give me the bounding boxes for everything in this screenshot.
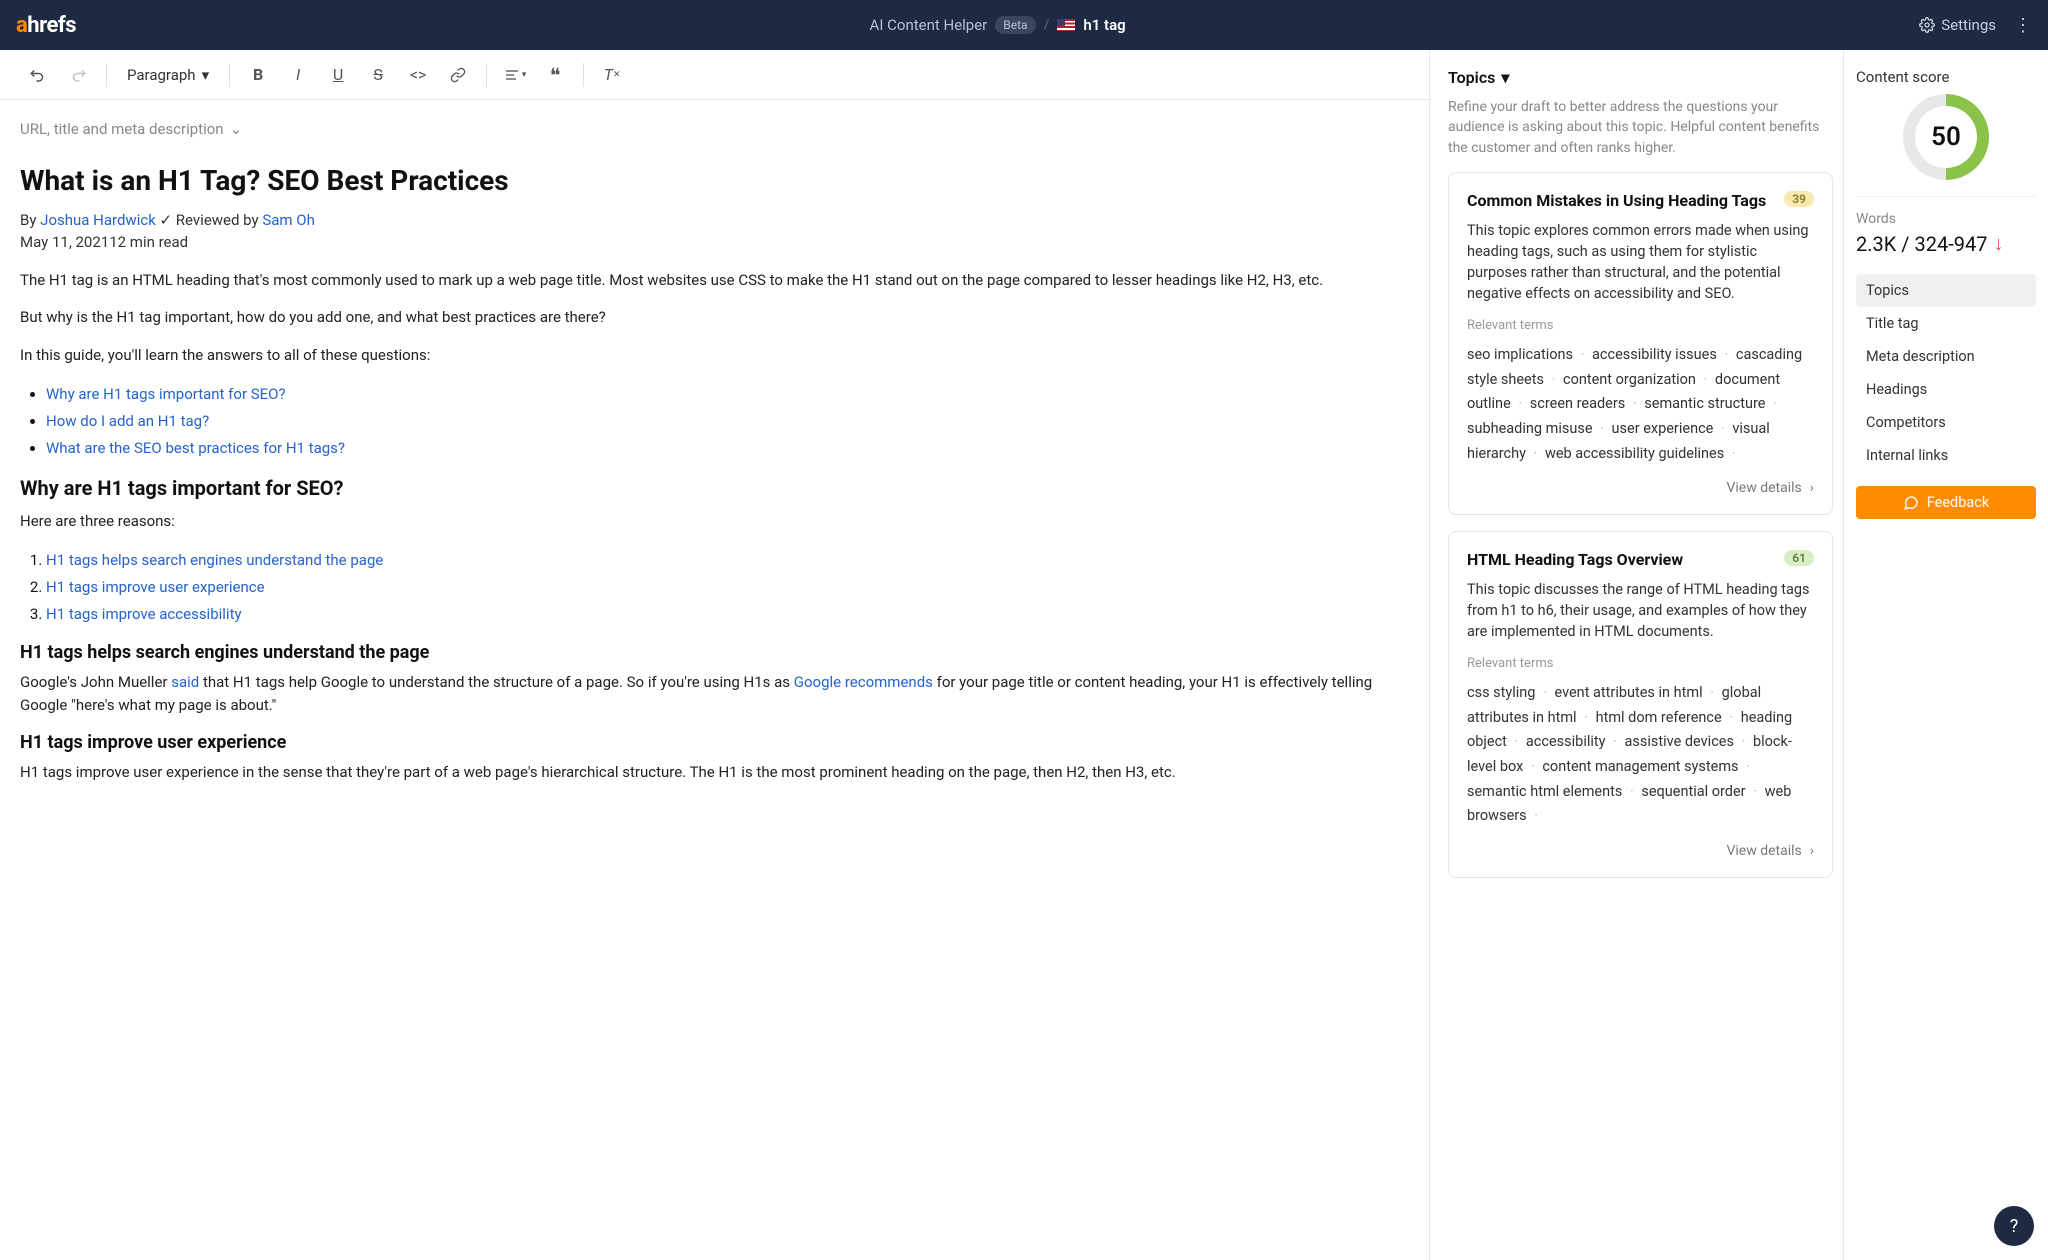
chevron-down-icon: ⌄ <box>230 120 243 138</box>
topic-card: HTML Heading Tags Overview 61 This topic… <box>1448 531 1833 878</box>
toc-list: Why are H1 tags important for SEO? How d… <box>20 381 1409 462</box>
keyword-text[interactable]: h1 tag <box>1083 16 1125 34</box>
reason-link[interactable]: H1 tags helps search engines understand … <box>46 551 383 569</box>
score-nav-item[interactable]: Meta description <box>1856 340 2036 373</box>
topic-score-badge: 39 <box>1784 191 1814 207</box>
tool-name: AI Content Helper <box>870 16 988 34</box>
dateline: May 11, 202112 min read <box>20 233 1409 251</box>
code-button[interactable]: <> <box>400 57 436 93</box>
breadcrumb-sep: / <box>1044 17 1050 33</box>
reasons-list: H1 tags helps search engines understand … <box>20 547 1409 628</box>
heading-3: H1 tags improve user experience <box>20 732 1409 753</box>
score-nav-item[interactable]: Competitors <box>1856 406 2036 439</box>
relevant-terms-label: Relevant terms <box>1467 318 1814 333</box>
reviewer-link[interactable]: Sam Oh <box>262 211 315 229</box>
strike-button[interactable]: S <box>360 57 396 93</box>
topics-description: Refine your draft to better address the … <box>1448 97 1833 158</box>
us-flag-icon <box>1057 19 1075 31</box>
inline-link[interactable]: said <box>171 673 199 691</box>
toc-link[interactable]: Why are H1 tags important for SEO? <box>46 385 286 403</box>
link-button[interactable] <box>440 57 476 93</box>
inline-link[interactable]: Google recommends <box>794 673 933 691</box>
redo-button[interactable] <box>60 57 96 93</box>
topic-title: Common Mistakes in Using Heading Tags <box>1467 191 1766 210</box>
score-nav-item[interactable]: Headings <box>1856 373 2036 406</box>
score-nav-item[interactable]: Topics <box>1856 274 2036 307</box>
score-nav-item[interactable]: Title tag <box>1856 307 2036 340</box>
topic-card: Common Mistakes in Using Heading Tags 39… <box>1448 172 1833 515</box>
ahrefs-logo[interactable]: ahrefs <box>16 13 76 38</box>
score-nav-item[interactable]: Internal links <box>1856 439 2036 472</box>
byline: By Joshua Hardwick ✓ Reviewed by Sam Oh <box>20 211 1409 229</box>
view-details-button[interactable]: View details › <box>1467 480 1814 496</box>
article-content[interactable]: What is an H1 Tag? SEO Best Practices By… <box>20 164 1409 784</box>
topics-dropdown[interactable]: Topics ▾ <box>1448 68 1833 87</box>
undo-button[interactable] <box>20 57 56 93</box>
feedback-button[interactable]: Feedback <box>1856 486 2036 519</box>
paragraph: But why is the H1 tag important, how do … <box>20 306 1409 329</box>
underline-button[interactable]: U <box>320 57 356 93</box>
chevron-right-icon: › <box>1810 480 1814 496</box>
beta-badge: Beta <box>995 16 1035 34</box>
paragraph: The H1 tag is an HTML heading that's mos… <box>20 269 1409 292</box>
settings-label: Settings <box>1941 16 1996 34</box>
arrow-down-icon: ↓ <box>1993 231 2003 256</box>
words-value: 2.3K / 324-947 ↓ <box>1856 231 2036 256</box>
paragraph: Google's John Mueller said that H1 tags … <box>20 671 1409 718</box>
terms-list: seo implications · accessibility issues … <box>1467 343 1814 466</box>
heading-3: H1 tags helps search engines understand … <box>20 642 1409 663</box>
align-button[interactable]: ▾ <box>497 57 533 93</box>
paragraph: H1 tags improve user experience in the s… <box>20 761 1409 784</box>
settings-button[interactable]: Settings <box>1919 16 1996 34</box>
gear-icon <box>1919 17 1935 33</box>
quote-button[interactable]: ❝ <box>537 57 573 93</box>
toc-link[interactable]: What are the SEO best practices for H1 t… <box>46 439 345 457</box>
caret-down-icon: ▾ <box>202 66 210 84</box>
article-title: What is an H1 Tag? SEO Best Practices <box>20 164 1409 197</box>
author-link[interactable]: Joshua Hardwick <box>40 211 156 229</box>
clear-format-button[interactable]: T✕ <box>594 57 630 93</box>
view-details-button[interactable]: View details › <box>1467 843 1814 859</box>
reason-link[interactable]: H1 tags improve accessibility <box>46 605 242 623</box>
content-score-label: Content score <box>1856 68 2036 86</box>
help-fab[interactable]: ? <box>1994 1206 2034 1246</box>
topic-description: This topic explores common errors made w… <box>1467 220 1814 304</box>
topic-score-badge: 61 <box>1784 550 1814 566</box>
chevron-right-icon: › <box>1810 843 1814 859</box>
paragraph: In this guide, you'll learn the answers … <box>20 344 1409 367</box>
content-score-donut: 50 <box>1903 94 1989 180</box>
block-type-dropdown[interactable]: Paragraph ▾ <box>117 66 219 84</box>
chat-icon <box>1903 495 1919 511</box>
paragraph: Here are three reasons: <box>20 510 1409 533</box>
meta-toggle[interactable]: URL, title and meta description ⌄ <box>20 120 1409 138</box>
relevant-terms-label: Relevant terms <box>1467 656 1814 671</box>
reason-link[interactable]: H1 tags improve user experience <box>46 578 265 596</box>
topic-title: HTML Heading Tags Overview <box>1467 550 1683 569</box>
words-label: Words <box>1856 211 2036 227</box>
caret-down-icon: ▾ <box>1501 68 1509 87</box>
more-menu-icon[interactable]: ⋮ <box>2014 15 2032 36</box>
toc-link[interactable]: How do I add an H1 tag? <box>46 412 209 430</box>
bold-button[interactable]: B <box>240 57 276 93</box>
italic-button[interactable]: I <box>280 57 316 93</box>
topic-description: This topic discusses the range of HTML h… <box>1467 579 1814 642</box>
heading-2: Why are H1 tags important for SEO? <box>20 476 1409 500</box>
terms-list: css styling · event attributes in html ·… <box>1467 681 1814 829</box>
